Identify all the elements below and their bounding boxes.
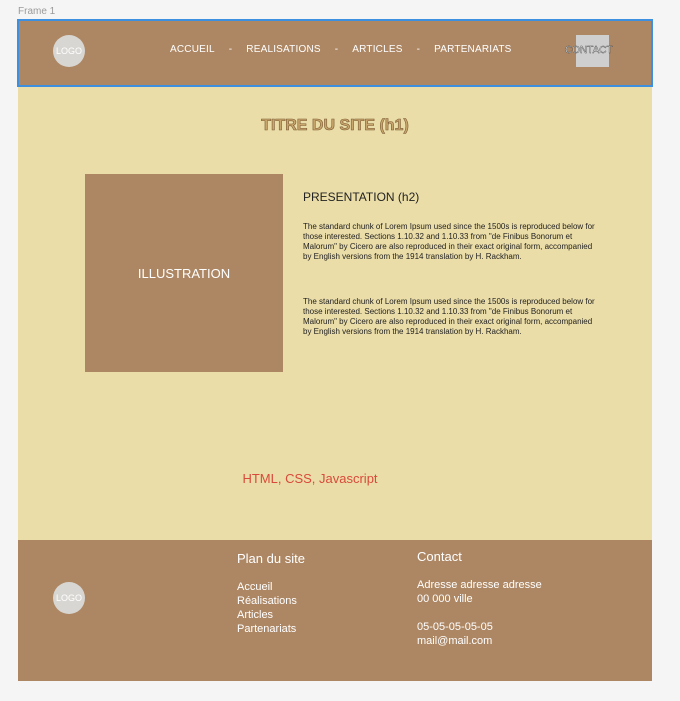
address-line-1: Adresse adresse adresse (417, 579, 542, 591)
nav-item-partenariats[interactable]: PARTENARIATS (434, 44, 511, 55)
nav-separator: - (228, 44, 233, 55)
footer-logo[interactable]: LOGO (53, 582, 85, 614)
nav-item-realisations[interactable]: REALISATIONS (246, 44, 320, 55)
contact-heading: Contact (417, 549, 462, 564)
phone-number[interactable]: 05-05-05-05-05 (417, 620, 542, 634)
address-line-2: 00 000 ville (417, 593, 473, 605)
header-logo[interactable]: LOGO (53, 35, 85, 67)
footer-link-accueil[interactable]: Accueil (237, 580, 305, 594)
footer-link-realisations[interactable]: Réalisations (237, 594, 305, 608)
presentation-title: PRESENTATION (h2) (303, 190, 420, 204)
footer-link-articles[interactable]: Articles (237, 608, 305, 622)
email-link[interactable]: mail@mail.com (417, 634, 542, 648)
main-nav: ACCUEIL - REALISATIONS - ARTICLES - PART… (170, 44, 512, 55)
sitemap-heading: Plan du site (237, 551, 305, 566)
nav-item-articles[interactable]: ARTICLES (352, 44, 402, 55)
page-canvas: LOGO ACCUEIL - REALISATIONS - ARTICLES -… (17, 19, 653, 681)
nav-separator: - (334, 44, 339, 55)
sitemap-column: Plan du site Accueil Réalisations Articl… (237, 552, 305, 636)
presentation-paragraph-1: The standard chunk of Lorem Ipsum used s… (303, 222, 595, 261)
nav-item-accueil[interactable]: ACCUEIL (170, 44, 215, 55)
contact-column: Contact Adresse adresse adresse 00 000 v… (417, 550, 542, 648)
contact-button-label[interactable]: CONTACT (565, 45, 613, 56)
tech-stack-text: HTML, CSS, Javascript (242, 471, 378, 486)
site-header[interactable]: LOGO ACCUEIL - REALISATIONS - ARTICLES -… (17, 19, 653, 87)
illustration-placeholder: ILLUSTRATION (85, 174, 283, 372)
frame-label: Frame 1 (18, 6, 56, 17)
page-title: TITRE DU SITE (h1) (261, 117, 409, 135)
site-footer: LOGO Plan du site Accueil Réalisations A… (18, 540, 652, 681)
presentation-paragraph-2: The standard chunk of Lorem Ipsum used s… (303, 297, 595, 336)
footer-link-partenariats[interactable]: Partenariats (237, 622, 305, 636)
nav-separator: - (416, 44, 421, 55)
illustration-label: ILLUSTRATION (137, 265, 231, 281)
